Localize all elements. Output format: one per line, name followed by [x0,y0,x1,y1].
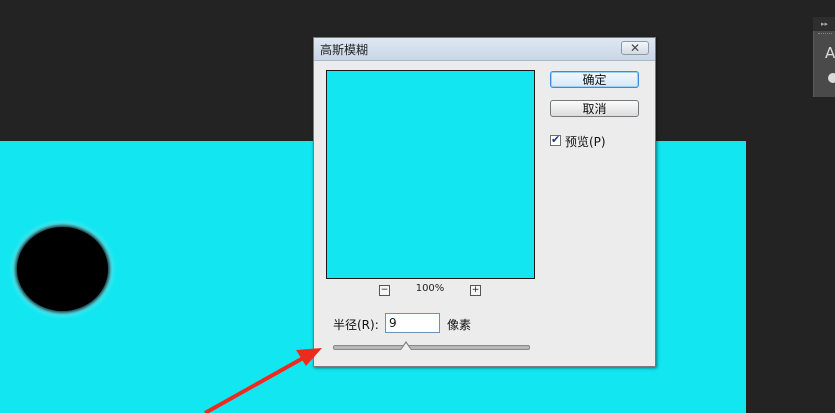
unit-label: 像素 [447,318,472,332]
minus-icon: − [380,285,389,295]
gaussian-blur-dialog: 高斯模糊 ✕ − 100% + 确定 取消 ✔ 预览(P) 半径(R): 像素 [313,37,656,367]
radius-slider-track[interactable] [333,345,530,350]
zoom-level: 100% [415,283,445,294]
panel-grip [818,33,832,35]
ok-button[interactable]: 确定 [550,71,639,88]
character-panel-icon[interactable]: A [825,44,835,62]
radius-slider-thumb[interactable] [399,341,412,350]
black-circle-shape [17,227,108,311]
close-button[interactable]: ✕ [621,41,649,55]
brush-icon[interactable] [828,73,835,83]
zoom-in-button[interactable]: + [470,285,481,296]
checkmark-icon: ✔ [551,133,561,146]
preview-checkbox[interactable]: ✔ [550,133,561,146]
dialog-title: 高斯模糊 [320,43,369,57]
panel-collapse-icon[interactable]: ▸▸ [813,17,835,31]
radius-label: 半径(R): [333,318,379,332]
close-icon: ✕ [629,41,641,55]
radius-input[interactable] [385,313,440,333]
plus-icon: + [471,285,480,295]
blur-preview[interactable] [326,70,535,279]
slider-thumb-face [400,343,411,350]
dialog-titlebar[interactable]: 高斯模糊 ✕ [314,38,655,61]
preview-label[interactable]: 预览(P) [565,133,606,150]
zoom-out-button[interactable]: − [379,285,390,296]
cancel-button[interactable]: 取消 [550,100,639,117]
